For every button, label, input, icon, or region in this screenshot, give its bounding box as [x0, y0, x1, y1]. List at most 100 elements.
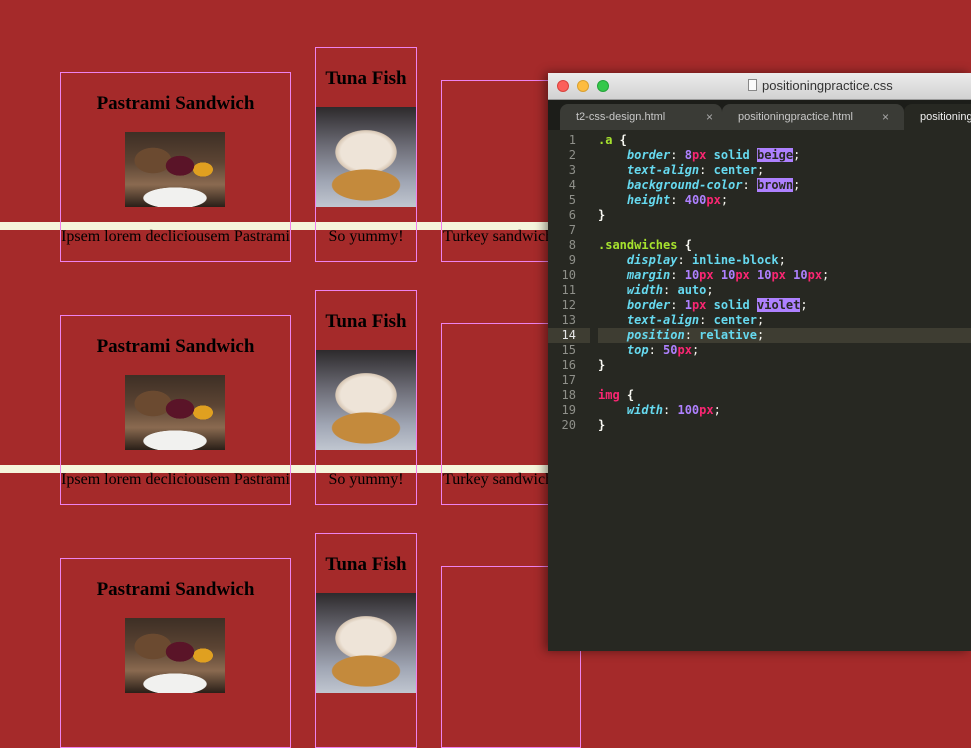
code-line-14: position: relative;: [598, 328, 971, 343]
card-caption: Ipsem lorem decliciousem Pastrami: [61, 471, 290, 488]
card-caption: So yummy!: [328, 471, 404, 488]
tab-label: t2-css-design.html: [576, 111, 666, 123]
code-line-19: width: 100px;: [626, 403, 721, 417]
css-value: center: [713, 313, 757, 327]
close-tab-icon[interactable]: ×: [706, 104, 713, 130]
brace: }: [598, 358, 606, 372]
code-line-12: border: 1px solid violet;: [626, 298, 808, 312]
line-number: 1: [568, 133, 576, 147]
tuna-fish-image: [316, 107, 416, 207]
code-line-10: margin: 10px 10px 10px 10px;: [626, 268, 830, 282]
css-color-highlight: brown: [756, 178, 794, 192]
css-unit: px: [677, 343, 692, 357]
card-title: Pastrami Sandwich: [96, 336, 255, 357]
code-line-3: text-align: center;: [626, 163, 765, 177]
line-number: 16: [561, 358, 576, 372]
code-line-1: .a {: [598, 133, 971, 148]
css-color-highlight: violet: [757, 298, 801, 312]
code-line-9: display: inline-block;: [626, 253, 786, 267]
css-unit: px: [706, 193, 721, 207]
css-number: 10: [793, 268, 808, 282]
tab-t2-css-design[interactable]: t2-css-design.html ×: [560, 104, 722, 130]
line-number-gutter: 1 2 3 4 5 6 7 8 9 10 11 12 13 14 15 16 17 18 19 20: [548, 133, 590, 433]
css-keyword: solid: [713, 298, 750, 312]
css-number: 10: [720, 268, 736, 282]
close-tab-icon[interactable]: ×: [882, 104, 889, 130]
css-number: 400: [684, 193, 707, 207]
css-value: inline-block: [691, 253, 779, 267]
code-line-6: }: [598, 208, 971, 223]
line-number: 5: [568, 193, 576, 207]
code-area[interactable]: .a { border: 8px solid beige; text-align…: [598, 133, 971, 433]
line-number: 15: [561, 343, 576, 357]
css-property: width: [626, 403, 664, 417]
line-number: 11: [561, 283, 576, 297]
css-unit: px: [699, 268, 714, 282]
line-number: 7: [568, 223, 576, 237]
css-property: display: [626, 253, 678, 267]
code-line-4: background-color: brown;: [626, 178, 801, 192]
css-unit: px: [699, 403, 714, 417]
css-unit: px: [691, 148, 707, 162]
css-number: 10: [684, 268, 700, 282]
minimize-window-button[interactable]: [577, 80, 589, 92]
line-number: 13: [561, 313, 576, 327]
css-property: border: [626, 148, 671, 162]
code-line-18: img {: [598, 388, 971, 403]
tab-label: positioningpractice.css: [920, 111, 971, 123]
tuna-fish-image: [316, 593, 416, 693]
css-unit: px: [691, 298, 707, 312]
pastrami-sandwich-image: [125, 618, 225, 693]
tuna-fish-image: [316, 350, 416, 450]
card-caption: Ipsem lorem decliciousem Pastrami: [61, 228, 290, 245]
line-number: 3: [568, 163, 576, 177]
code-line-20: }: [598, 418, 971, 433]
window-title: positioningpractice.css: [762, 78, 893, 93]
card-title: Tuna Fish: [325, 554, 407, 575]
card-title: Pastrami Sandwich: [96, 93, 255, 114]
tuna-card: Tuna Fish So yummy!: [315, 47, 417, 262]
css-property: text-align: [626, 313, 700, 327]
title-bar[interactable]: positioningpractice.css: [548, 73, 971, 100]
zoom-window-button[interactable]: [597, 80, 609, 92]
css-property: height: [626, 193, 671, 207]
pastrami-sandwich-image: [125, 375, 225, 450]
css-number: 100: [677, 403, 700, 417]
line-number: 14: [548, 328, 590, 343]
line-number: 8: [568, 238, 576, 252]
tab-bar: t2-css-design.html × positioningpractice…: [548, 100, 971, 130]
css-number: 50: [663, 343, 678, 357]
code-line-16: }: [598, 358, 971, 373]
tab-label: positioningpractice.html: [738, 111, 853, 123]
css-property: margin: [626, 268, 671, 282]
css-value: relative: [699, 328, 757, 342]
css-selector: img: [598, 388, 620, 402]
line-number: 2: [568, 148, 576, 162]
tuna-card: Tuna Fish: [315, 533, 417, 748]
brace: {: [612, 133, 627, 147]
css-property: top: [626, 343, 649, 357]
css-number: 10: [757, 268, 772, 282]
pastrami-card: Pastrami Sandwich Ipsem lorem declicious…: [60, 315, 291, 505]
code-line-2: border: 8px solid beige;: [626, 148, 801, 162]
brace: }: [598, 208, 606, 222]
tab-positioningpractice-html[interactable]: positioningpractice.html ×: [722, 104, 904, 130]
card-title: Tuna Fish: [325, 68, 407, 89]
line-number: 12: [561, 298, 576, 312]
css-property: width: [626, 283, 664, 297]
css-number: 8: [684, 148, 692, 162]
document-icon: [748, 79, 757, 91]
css-property: text-align: [626, 163, 700, 177]
code-line-5: height: 400px;: [626, 193, 729, 207]
tuna-card: Tuna Fish So yummy!: [315, 290, 417, 505]
tab-positioningpractice-css[interactable]: positioningpractice.css: [904, 104, 971, 130]
css-property: position: [626, 328, 685, 342]
css-unit: px: [735, 268, 750, 282]
css-selector: .a: [598, 133, 613, 147]
editor-window[interactable]: positioningpractice.css t2-css-design.ht…: [548, 73, 971, 651]
card-title: Tuna Fish: [325, 311, 407, 332]
css-unit: px: [771, 268, 786, 282]
close-window-button[interactable]: [557, 80, 569, 92]
brace: {: [619, 388, 635, 402]
